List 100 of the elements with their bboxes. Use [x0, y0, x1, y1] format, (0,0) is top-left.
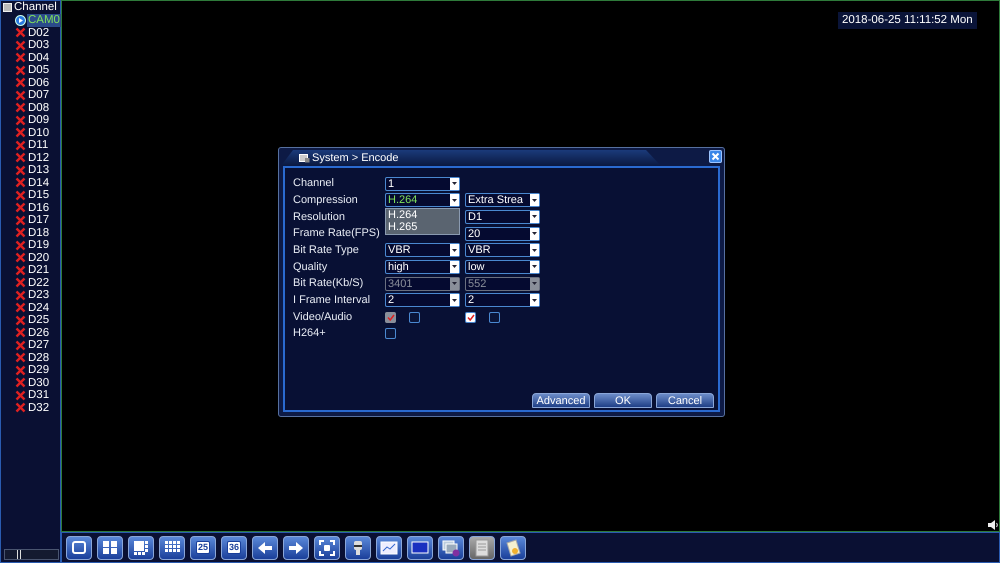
- channel-item[interactable]: D12: [27, 152, 50, 164]
- scroll-bar[interactable]: [4, 549, 59, 560]
- dropdown-field[interactable]: low: [465, 260, 540, 274]
- caret-icon[interactable]: [452, 182, 457, 185]
- document-icon: [473, 538, 491, 556]
- channel-item[interactable]: D21: [27, 264, 50, 276]
- monitor-icon: [411, 538, 429, 556]
- quad-view-icon: [101, 538, 119, 556]
- toolbar-button[interactable]: [407, 536, 433, 560]
- close-button[interactable]: [709, 150, 722, 163]
- caret-icon[interactable]: [532, 232, 537, 236]
- stacked-windows-icon: [442, 538, 460, 556]
- fullscreen-icon: [318, 538, 336, 556]
- channel-item[interactable]: D27: [27, 339, 50, 352]
- tree-root-label: Channel: [14, 1, 57, 14]
- caret-icon[interactable]: [452, 298, 457, 302]
- caret-icon[interactable]: [532, 215, 537, 218]
- dropdown-field[interactable]: VBR: [385, 243, 460, 258]
- dialog-title: System > Encode: [312, 150, 399, 166]
- channel-item[interactable]: D14: [27, 176, 50, 189]
- caret-icon[interactable]: [532, 248, 537, 252]
- channel-item[interactable]: D22: [27, 276, 50, 289]
- dropdown-field[interactable]: high: [385, 260, 460, 274]
- line-chart-icon: [380, 538, 398, 556]
- channel-item[interactable]: D07: [27, 89, 50, 102]
- field-label: I Frame Interval: [293, 293, 372, 308]
- channel-item[interactable]: D03: [27, 39, 50, 52]
- channel-item[interactable]: D11: [27, 139, 50, 152]
- channel-item[interactable]: D25: [27, 314, 50, 326]
- toolbar-button[interactable]: [97, 536, 123, 560]
- caret-icon[interactable]: [532, 198, 537, 202]
- checkbox[interactable]: [409, 312, 420, 322]
- field-label: Bit Rate Type: [293, 243, 360, 258]
- dropdown-option[interactable]: H.265: [386, 221, 459, 234]
- channel-item[interactable]: D08: [27, 102, 50, 114]
- toolbar-button[interactable]: [283, 536, 309, 560]
- channel-item[interactable]: D04: [27, 52, 50, 64]
- channel-item[interactable]: D30: [27, 376, 50, 389]
- channel-item[interactable]: D13: [27, 164, 50, 176]
- channel-item[interactable]: D24: [27, 302, 50, 314]
- channel-item[interactable]: D20: [27, 252, 50, 264]
- dialog-button[interactable]: Cancel: [656, 393, 714, 408]
- caret-icon[interactable]: [452, 198, 457, 202]
- toolbar-button[interactable]: [128, 536, 154, 560]
- toolbar-button[interactable]: [159, 536, 185, 560]
- dropdown-field[interactable]: D1: [465, 210, 540, 224]
- toolbar-button[interactable]: [66, 536, 92, 560]
- channel-item[interactable]: D31: [27, 389, 50, 402]
- channel-item[interactable]: D23: [27, 289, 50, 302]
- dropdown-field[interactable]: 2: [385, 293, 460, 308]
- checkbox[interactable]: [489, 312, 500, 322]
- toolbar-button[interactable]: 36: [221, 536, 247, 560]
- speaker-icon[interactable]: [987, 519, 999, 531]
- channel-item[interactable]: D26: [27, 326, 50, 339]
- channel-item[interactable]: D32: [27, 402, 50, 414]
- channel-item[interactable]: D29: [27, 364, 50, 376]
- toolbar-button[interactable]: [314, 536, 340, 560]
- channel-item[interactable]: D09: [27, 114, 50, 126]
- channel-item[interactable]: D17: [27, 214, 50, 226]
- channel-item[interactable]: CAM0: [27, 14, 61, 26]
- toolbar-button[interactable]: [345, 536, 371, 560]
- channel-item[interactable]: D28: [27, 352, 50, 364]
- channel-item[interactable]: D16: [27, 202, 50, 214]
- toolbar-button[interactable]: [469, 536, 495, 560]
- channel-item[interactable]: D19: [27, 239, 50, 252]
- field-label: Channel: [293, 176, 335, 192]
- field-label: Frame Rate(FPS): [293, 226, 381, 242]
- checkbox[interactable]: [385, 328, 396, 340]
- toolbar-button[interactable]: [252, 536, 278, 560]
- channel-item[interactable]: D05: [27, 64, 50, 76]
- field-label: Compression: [293, 192, 359, 208]
- channel-item[interactable]: D15: [27, 189, 50, 202]
- dropdown-option[interactable]: H.264: [386, 208, 459, 222]
- caret-icon[interactable]: [452, 265, 457, 268]
- notepad-icon: [504, 538, 522, 556]
- checkbox[interactable]: [465, 312, 476, 322]
- dropdown-field[interactable]: Extra Strea: [465, 193, 540, 208]
- eight-view-icon: [132, 538, 150, 556]
- toolbar-button[interactable]: [438, 536, 464, 560]
- dropdown-field[interactable]: VBR: [465, 243, 540, 258]
- field-label: Quality: [293, 260, 328, 275]
- dropdown-field[interactable]: H.264: [385, 193, 460, 208]
- dialog-button[interactable]: Advanced: [532, 393, 590, 408]
- toolbar-button[interactable]: [376, 536, 402, 560]
- single-view-icon: [70, 538, 88, 556]
- dropdown-field[interactable]: 2: [465, 293, 540, 308]
- channel-item[interactable]: D06: [27, 76, 50, 89]
- toolbar-button[interactable]: [500, 536, 526, 560]
- caret-icon[interactable]: [532, 265, 537, 268]
- caret-icon[interactable]: [452, 248, 457, 252]
- channel-item[interactable]: D18: [27, 226, 50, 239]
- channel-item[interactable]: D02: [27, 26, 50, 39]
- toolbar-button[interactable]: 25: [190, 536, 216, 560]
- dropdown-field[interactable]: 20: [465, 226, 540, 241]
- dropdown-field[interactable]: 1: [385, 176, 460, 190]
- caret-icon[interactable]: [532, 298, 537, 302]
- dialog-button[interactable]: OK: [594, 393, 652, 408]
- field-label: H264+: [293, 326, 327, 342]
- window-icon: [299, 154, 310, 162]
- channel-item[interactable]: D10: [27, 126, 50, 139]
